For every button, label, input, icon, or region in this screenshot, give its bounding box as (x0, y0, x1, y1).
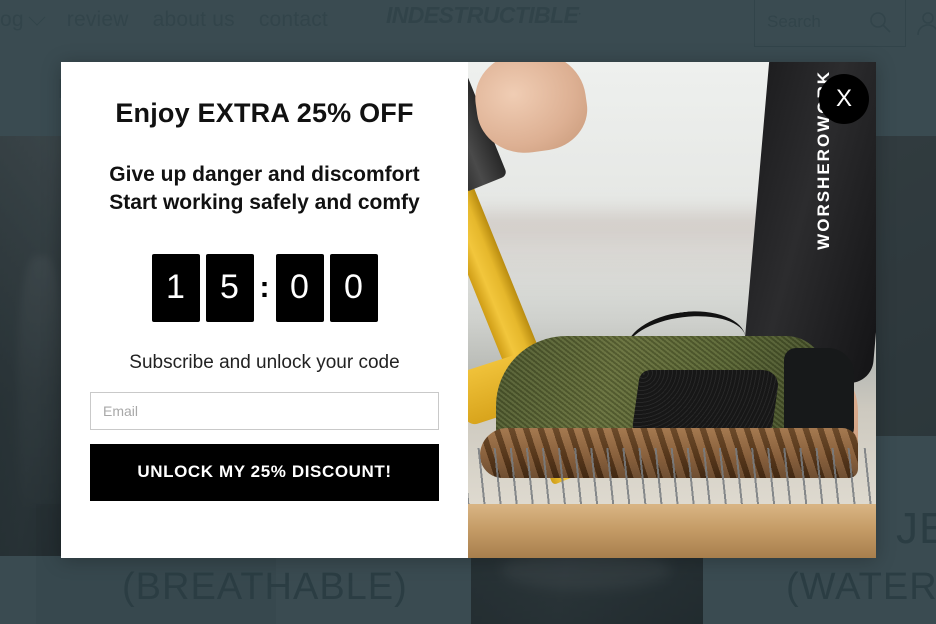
promo-subheadline-line2: Start working safely and comfy (109, 191, 420, 215)
promo-headline: Enjoy EXTRA 25% OFF (115, 98, 414, 128)
wooden-board (468, 504, 876, 558)
email-field[interactable] (90, 391, 439, 430)
countdown-digit-seconds-ones: 0 (329, 253, 378, 322)
unlock-discount-button[interactable]: UNLOCK MY 25% DISCOUNT! (90, 443, 439, 501)
promo-subheadline: Give up danger and discomfort Start work… (89, 129, 440, 218)
shoe-side-panel (631, 370, 781, 432)
close-icon[interactable]: X (819, 74, 869, 124)
countdown-digit-minutes-ones: 5 (205, 253, 254, 322)
modal-content-panel: Enjoy EXTRA 25% OFF Give up danger and d… (61, 62, 468, 558)
countdown-timer: 1 5 : 0 0 (89, 253, 440, 322)
countdown-digit-minutes-tens: 1 (151, 253, 200, 322)
promo-photo: WORSHEROWORK (468, 62, 876, 558)
countdown-digit-seconds-tens: 0 (275, 253, 324, 322)
promo-subheadline-line1: Give up danger and discomfort (109, 163, 420, 186)
promo-modal: Enjoy EXTRA 25% OFF Give up danger and d… (61, 62, 876, 558)
shoe-heel (784, 348, 854, 440)
subscribe-label: Subscribe and unlock your code (129, 351, 400, 373)
countdown-separator: : (259, 270, 270, 304)
nails (468, 448, 876, 510)
